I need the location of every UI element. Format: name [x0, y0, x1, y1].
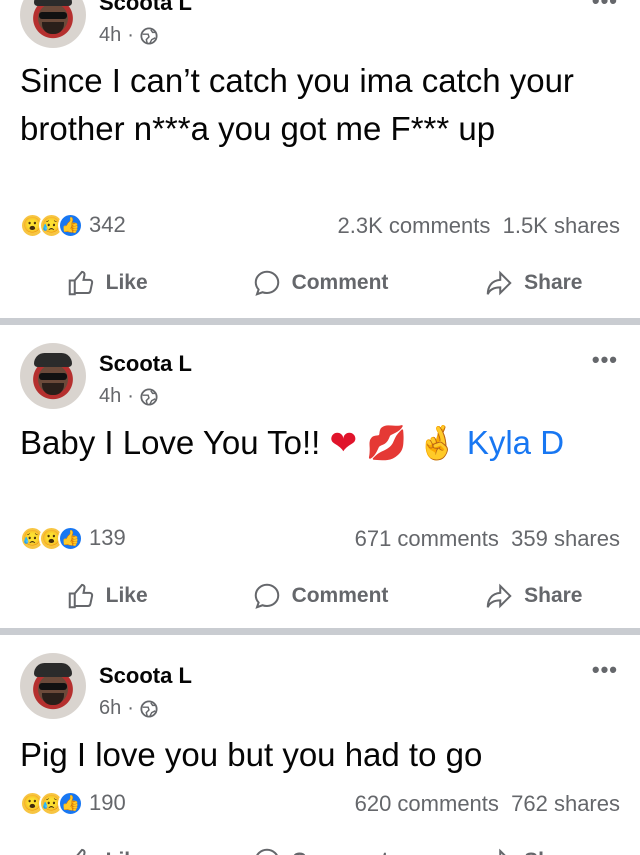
meta-dot: · — [127, 385, 134, 407]
post-actions: Like Comment Share — [0, 261, 640, 305]
post-author[interactable]: Scoota L — [99, 663, 192, 689]
post-actions: Like Comment Share — [0, 574, 640, 618]
share-arrow-icon — [486, 583, 512, 609]
comment-label: Comment — [292, 849, 389, 855]
post-meta: 4h · — [99, 24, 158, 47]
thumbs-up-icon — [76, 848, 86, 855]
crossed-fingers-emoji-icon: 🤞 — [416, 424, 458, 461]
more-icon[interactable]: ••• — [592, 0, 618, 14]
more-icon[interactable]: ••• — [592, 657, 618, 683]
post-text: Baby I Love You To!! ❤ 💋 🤞 Kyla D — [20, 419, 620, 467]
reaction-count: 139 — [89, 525, 126, 550]
comment-button[interactable]: Comment — [213, 839, 426, 855]
post-stats: 2.3K comments 1.5K shares — [338, 213, 620, 239]
avatar[interactable] — [20, 653, 86, 719]
thumbs-up-icon — [68, 270, 93, 296]
share-label: Share — [524, 584, 583, 607]
post-text: Pig I love you but you had to go — [20, 736, 483, 773]
share-label: Share — [524, 849, 582, 855]
post-author[interactable]: Scoota L — [99, 351, 192, 377]
post-actions: Like Comment Share — [0, 839, 640, 855]
kiss-mark-emoji-icon: 💋 — [366, 424, 408, 461]
post-stats: 671 comments 359 shares — [355, 526, 620, 552]
post-time[interactable]: 4h — [99, 24, 121, 47]
share-arrow-icon — [499, 848, 506, 855]
post-author[interactable]: Scoota L — [99, 0, 192, 16]
like-reaction-icon: 👍 — [58, 212, 83, 238]
like-reaction-icon: 👍 — [58, 525, 83, 551]
like-label: Like — [106, 849, 148, 855]
comment-bubble-icon — [255, 848, 278, 855]
comment-label: Comment — [291, 271, 389, 294]
reactions-summary[interactable]: 😥 😮 👍 139 — [20, 525, 126, 551]
comments-count-link[interactable]: 671 comments — [355, 526, 499, 551]
reaction-count: 190 — [89, 790, 126, 815]
share-arrow-icon — [486, 270, 512, 296]
comments-count-link[interactable]: 620 comments — [355, 791, 499, 816]
heart-emoji-icon: ❤ — [329, 424, 358, 461]
share-button[interactable]: Share — [427, 839, 640, 855]
post-meta: 6h · — [99, 697, 158, 720]
comment-label: Comment — [291, 584, 389, 607]
shares-count-link[interactable]: 359 shares — [511, 526, 620, 551]
reactions-summary[interactable]: 😮 😥 👍 190 — [20, 790, 126, 816]
like-label: Like — [105, 584, 148, 607]
thumbs-up-icon — [68, 583, 93, 609]
like-button[interactable]: Like — [0, 839, 213, 855]
share-button[interactable]: Share — [427, 261, 640, 305]
post-3: Scoota L ••• 6h · Pig I love you but you… — [0, 635, 640, 855]
globe-icon — [140, 26, 158, 45]
post-1: Scoota L ••• 4h · Since I can’t catch yo… — [0, 0, 640, 318]
post-text: Since I can’t catch you ima catch your b… — [20, 62, 574, 147]
post-2: Scoota L ••• 4h · Baby I Love You To!! ❤… — [0, 325, 640, 628]
comment-button[interactable]: Comment — [213, 574, 426, 618]
globe-icon — [140, 387, 158, 406]
post-stats: 620 comments 762 shares — [355, 791, 620, 817]
post-separator — [0, 318, 640, 325]
avatar[interactable] — [20, 0, 86, 48]
like-button[interactable]: Like — [0, 261, 213, 305]
reactions-summary[interactable]: 😮 😥 👍 342 — [20, 212, 126, 238]
more-icon[interactable]: ••• — [592, 347, 618, 373]
post-text-body: Baby I Love You To!! — [20, 424, 321, 461]
mention-link[interactable]: Kyla D — [467, 424, 564, 461]
meta-dot: · — [127, 697, 134, 719]
avatar[interactable] — [20, 343, 86, 409]
share-button[interactable]: Share — [427, 574, 640, 618]
shares-count-link[interactable]: 1.5K shares — [503, 213, 620, 238]
like-reaction-icon: 👍 — [58, 790, 83, 816]
comment-button[interactable]: Comment — [213, 261, 426, 305]
post-time[interactable]: 4h — [99, 385, 121, 408]
post-meta: 4h · — [99, 385, 158, 408]
reaction-count: 342 — [89, 212, 126, 237]
shares-count-link[interactable]: 762 shares — [511, 791, 620, 816]
post-time[interactable]: 6h — [99, 697, 121, 720]
comments-count-link[interactable]: 2.3K comments — [338, 213, 491, 238]
comment-bubble-icon — [254, 583, 279, 609]
like-button[interactable]: Like — [0, 574, 213, 618]
globe-icon — [140, 699, 158, 718]
post-separator — [0, 628, 640, 635]
like-label: Like — [105, 271, 148, 294]
share-label: Share — [524, 271, 583, 294]
comment-bubble-icon — [254, 270, 279, 296]
meta-dot: · — [127, 24, 134, 46]
